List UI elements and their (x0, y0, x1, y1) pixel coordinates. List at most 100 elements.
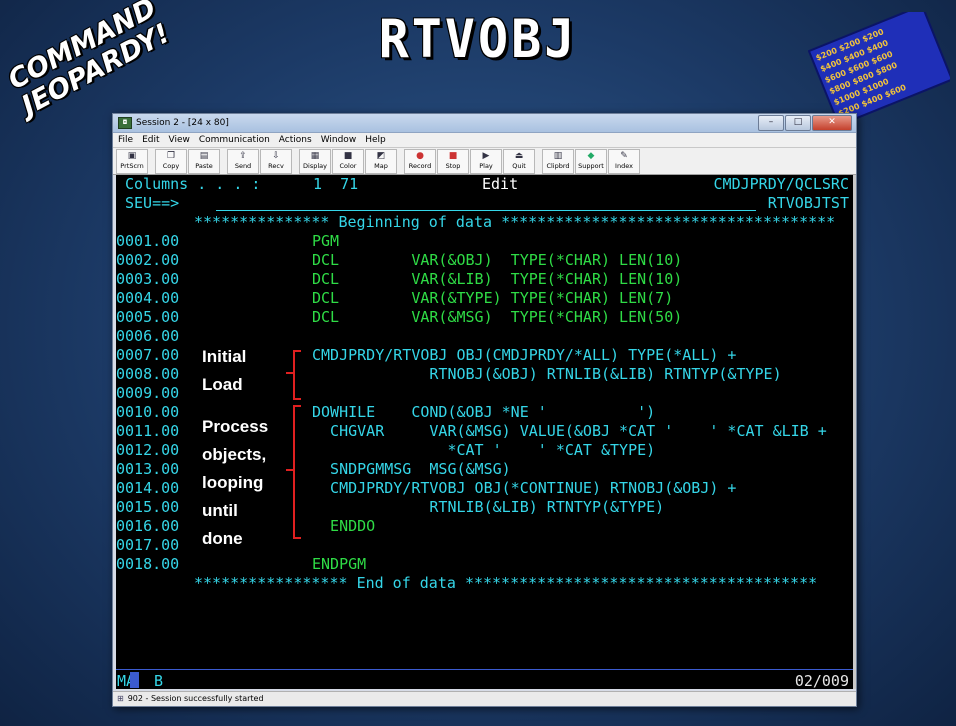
status-indicator: B (154, 672, 164, 689)
toolbar-send-button[interactable]: ⇪ Send (227, 148, 259, 174)
toolbar-recv-button[interactable]: ⇩ Recv (260, 148, 292, 174)
source-line[interactable]: PGM (312, 232, 339, 251)
clipboard-icon: ▥ (553, 150, 563, 161)
line-seq: 0004.00 (116, 289, 180, 307)
jeopardy-board-graphic: $200 $200 $200 $400 $400 $400 $600 $600 … (808, 12, 950, 122)
window-status-bar: ⊞ 902 - Session successfully started (113, 691, 856, 706)
toolbar: ▣ PrtScrn ❐ Copy ▤ Paste ⇪ Send ⇩ Recv ▦ Displ… (113, 148, 856, 175)
toolbar-copy-button[interactable]: ❐ Copy (155, 148, 187, 174)
toolbar-quit-button[interactable]: ⏏ Quit (503, 148, 535, 174)
toolbar-paste-button[interactable]: ▤ Paste (188, 148, 220, 174)
line-seq: 0014.00 (116, 479, 180, 497)
toolbar-label: Display (303, 161, 327, 170)
play-icon: ▶ (482, 150, 490, 161)
vertical-scrollbar[interactable] (853, 175, 856, 689)
source-line[interactable]: CMDJPRDY/RTVOBJ OBJ(CMDJPRDY/*ALL) TYPE(… (312, 346, 736, 365)
toolbar-display-button[interactable]: ▦ Display (299, 148, 331, 174)
columns-label: Columns . . . : (125, 175, 261, 193)
marker-stars-left: ***************** (194, 574, 348, 592)
send-icon: ⇪ (239, 150, 247, 161)
marker-text: End of data (356, 574, 456, 592)
seu-command-input[interactable] (216, 210, 756, 211)
seu-prompt: SEU==> (125, 194, 180, 212)
copy-icon: ❐ (166, 150, 176, 161)
annotation-process-loop: Process objects, looping until done (202, 413, 268, 553)
marker-stars-right: ************************************* (501, 213, 836, 231)
line-seq: 0018.00 (116, 555, 180, 573)
toolbar-color-button[interactable]: ■ Color (332, 148, 364, 174)
source-line[interactable]: RTNOBJ(&OBJ) RTNLIB(&LIB) RTNTYP(&TYPE) (312, 365, 781, 384)
toolbar-clipbrd-button[interactable]: ▥ Clipbrd (542, 148, 574, 174)
begin-data-marker: *************** Beginning of data ******… (194, 213, 835, 232)
source-line[interactable]: SNDPGMMSG MSG(&MSG) (312, 460, 511, 479)
initial-load-bracket (293, 350, 301, 400)
index-icon: ✎ (620, 150, 628, 161)
quit-icon: ⏏ (514, 150, 524, 161)
toolbar-label: Map (374, 161, 388, 170)
menu-actions[interactable]: Actions (279, 135, 312, 145)
terminal-screen[interactable]: Columns . . . : 1 71 Edit CMDJPRDY/QCLSR… (116, 175, 853, 689)
source-line[interactable]: ENDDO (312, 517, 375, 536)
menu-help[interactable]: Help (365, 135, 386, 145)
close-button[interactable]: ✕ (812, 115, 852, 131)
annotation-line: looping (202, 473, 264, 492)
source-line[interactable]: DCL VAR(&LIB) TYPE(*CHAR) LEN(10) (312, 270, 682, 289)
menu-bar: File Edit View Communication Actions Win… (113, 133, 856, 148)
minimize-button[interactable]: – (758, 115, 784, 131)
end-data-marker: ***************** End of data **********… (194, 574, 817, 593)
menu-window[interactable]: Window (321, 135, 357, 145)
line-seq: 0013.00 (116, 460, 180, 478)
source-line[interactable]: DCL VAR(&MSG) TYPE(*CHAR) LEN(50) (312, 308, 682, 327)
source-line[interactable]: *CAT ' ' *CAT &TYPE) (312, 441, 655, 460)
menu-file[interactable]: File (118, 135, 133, 145)
toolbar-label: Index (615, 161, 633, 170)
status-cursor-block (130, 672, 139, 688)
line-seq: 0006.00 (116, 327, 180, 345)
columns-value: 1 71 (313, 175, 359, 193)
line-seq: 0005.00 (116, 308, 180, 326)
line-seq: 0009.00 (116, 384, 180, 402)
toolbar-support-button[interactable]: ◆ Support (575, 148, 607, 174)
source-line[interactable]: CHGVAR VAR(&MSG) VALUE(&OBJ *CAT ' ' *CA… (312, 422, 827, 441)
bracket-point (286, 372, 294, 374)
source-line[interactable]: ENDPGM (312, 555, 366, 574)
toolbar-label: Clipbrd (546, 161, 570, 170)
toolbar-label: Stop (445, 161, 461, 170)
source-line[interactable]: CMDJPRDY/RTVOBJ OBJ(*CONTINUE) RTNOBJ(&O… (312, 479, 736, 498)
source-line[interactable]: DOWHILE COND(&OBJ *NE ' ') (312, 403, 655, 422)
line-seq: 0007.00 (116, 346, 180, 364)
menu-edit[interactable]: Edit (142, 135, 159, 145)
menu-communication[interactable]: Communication (199, 135, 270, 145)
title-bar: ◘ Session 2 - [24 x 80] – □ ✕ (113, 114, 856, 133)
annotation-line: Process (202, 417, 269, 436)
toolbar-label: Send (234, 161, 252, 170)
map-icon: ◩ (376, 150, 386, 161)
source-line[interactable]: DCL VAR(&TYPE) TYPE(*CHAR) LEN(7) (312, 289, 673, 308)
toolbar-label: Quit (512, 161, 526, 170)
session-status-icon: ⊞ (117, 694, 124, 703)
toolbar-label: Record (408, 161, 432, 170)
toolbar-stop-button[interactable]: ■ Stop (437, 148, 469, 174)
maximize-button[interactable]: □ (785, 115, 811, 131)
source-line[interactable]: RTNLIB(&LIB) RTNTYP(&TYPE) (312, 498, 664, 517)
toolbar-play-button[interactable]: ▶ Play (470, 148, 502, 174)
display-icon: ▦ (310, 150, 320, 161)
toolbar-prtscrn-button[interactable]: ▣ PrtScrn (116, 148, 148, 174)
toolbar-label: Copy (162, 161, 180, 170)
source-line[interactable]: DCL VAR(&OBJ) TYPE(*CHAR) LEN(10) (312, 251, 682, 270)
window-title: Session 2 - [24 x 80] (136, 118, 229, 128)
annotation-initial-load: Initial Load (202, 343, 246, 399)
member-name: RTVOBJTST (767, 194, 849, 212)
edit-mode-label: Edit (482, 175, 519, 193)
record-icon: ● (416, 150, 424, 161)
toolbar-index-button[interactable]: ✎ Index (608, 148, 640, 174)
menu-view[interactable]: View (169, 135, 190, 145)
cursor-position: 02/009 (794, 672, 849, 689)
toolbar-label: Paste (195, 161, 213, 170)
session-app-icon: ◘ (118, 117, 132, 129)
session-status-text: 902 - Session successfully started (127, 694, 264, 703)
line-seq: 0010.00 (116, 403, 180, 421)
toolbar-map-button[interactable]: ◩ Map (365, 148, 397, 174)
toolbar-record-button[interactable]: ● Record (404, 148, 436, 174)
stop-icon: ■ (448, 150, 458, 161)
